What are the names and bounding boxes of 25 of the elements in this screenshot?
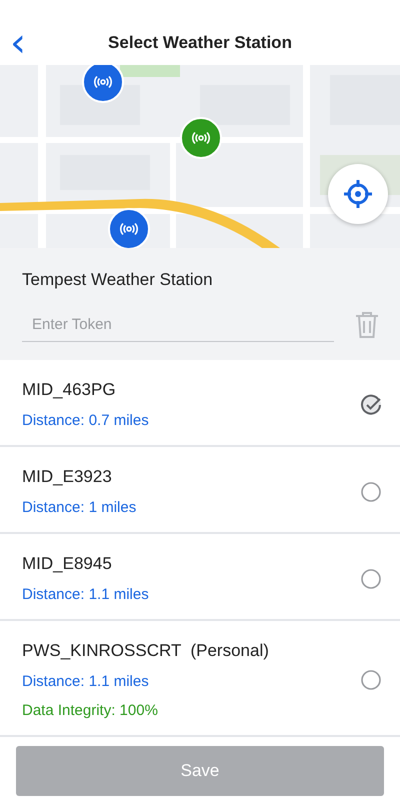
station-distance: Distance: 0.7 miles (22, 412, 150, 429)
station-distance: Distance: 1.1 miles (22, 586, 150, 603)
radio-icon[interactable] (360, 480, 382, 502)
station-row[interactable]: MID_E3923 Distance: 1 miles (0, 447, 400, 534)
station-distance: Distance: 1.1 miles (22, 673, 150, 690)
station-row[interactable]: MID_463PG Distance: 0.7 miles (0, 360, 400, 447)
station-row[interactable]: PWS_KINROSSCRT (Personal) Distance: 1.1 miles Data Integrity: 100% (0, 621, 400, 737)
signal-icon (192, 131, 210, 145)
radio-icon[interactable] (360, 568, 382, 590)
checked-radio-icon[interactable] (360, 394, 382, 416)
crosshair-icon (343, 179, 373, 209)
radio-icon[interactable] (360, 669, 382, 691)
station-name: MID_E8945 (22, 554, 113, 574)
screen-title: Select Weather Station (108, 32, 292, 52)
station-distance: Distance: 1 miles (22, 499, 138, 516)
section-title: Tempest Weather Station (22, 270, 214, 290)
station-name: PWS_KINROSSCRT (Personal) (22, 641, 270, 661)
back-button[interactable]: ‹ (4, 28, 32, 58)
data-integrity: Data Integrity: 100% (22, 702, 159, 719)
station-name: MID_E3923 (22, 467, 113, 487)
token-field[interactable]: Enter Token (22, 308, 334, 342)
signal-icon (120, 222, 138, 236)
station-row[interactable]: MID_E8945 Distance: 1.1 miles (0, 534, 400, 621)
signal-icon (94, 75, 112, 89)
station-name: MID_463PG (22, 380, 117, 400)
